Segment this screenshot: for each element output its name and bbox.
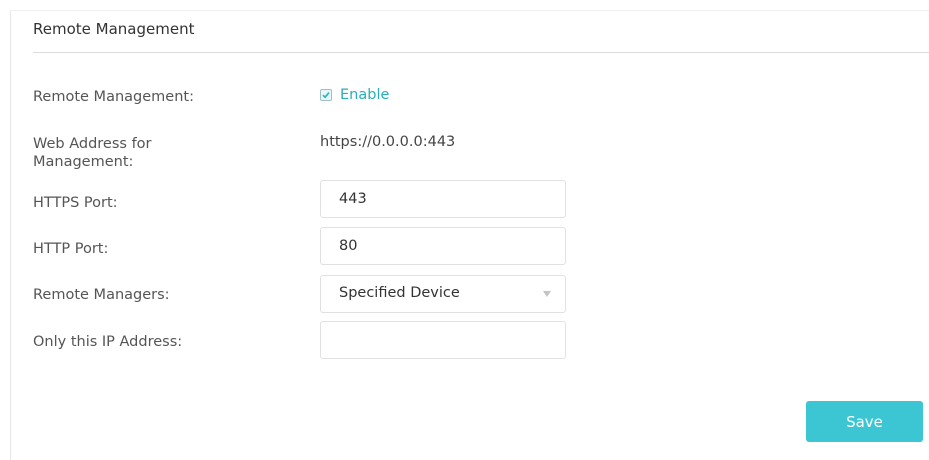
remote-managers-select[interactable]: Specified Device <box>320 275 566 313</box>
web-address-label-line2: Management: <box>33 154 134 170</box>
https-port-label: HTTPS Port: <box>33 195 118 211</box>
remote-management-label: Remote Management: <box>33 89 194 105</box>
section-title: Remote Management <box>33 20 195 38</box>
web-address-label: Web Address for Management: <box>33 135 152 171</box>
enable-label[interactable]: Enable <box>340 87 389 103</box>
ip-address-label: Only this IP Address: <box>33 334 183 350</box>
http-port-input[interactable] <box>320 227 566 265</box>
enable-checkbox[interactable]: Enable <box>320 87 389 103</box>
remote-managers-label: Remote Managers: <box>33 287 170 303</box>
panel-top-border <box>10 10 929 11</box>
remote-managers-selected: Specified Device <box>339 285 460 301</box>
https-port-input[interactable] <box>320 180 566 218</box>
chevron-down-icon <box>543 291 551 297</box>
web-address-value: https://0.0.0.0:443 <box>320 134 456 150</box>
web-address-label-line1: Web Address for <box>33 136 152 152</box>
http-port-label: HTTP Port: <box>33 241 109 257</box>
save-button[interactable]: Save <box>806 401 923 442</box>
panel-left-border <box>10 10 11 460</box>
remote-management-panel: Remote Management Remote Management: Ena… <box>0 0 929 460</box>
ip-address-input[interactable] <box>320 321 566 359</box>
title-divider <box>33 52 929 53</box>
checkbox-checked-icon[interactable] <box>320 89 332 101</box>
